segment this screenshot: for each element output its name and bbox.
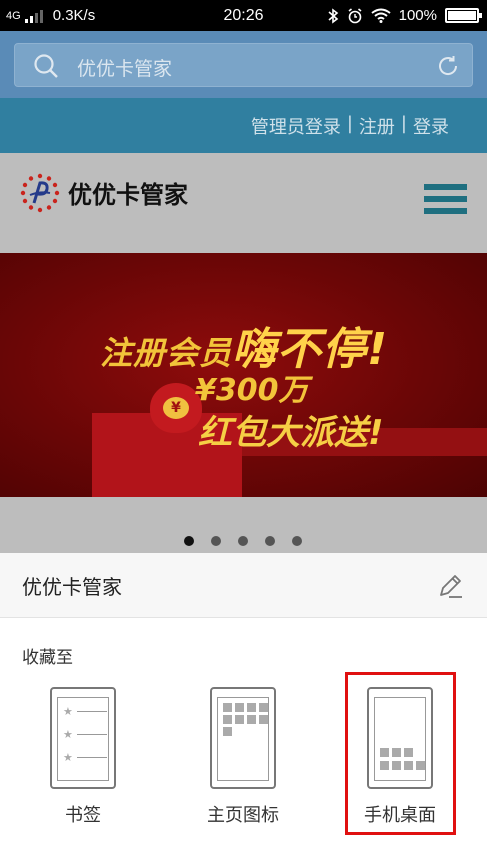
bookmark-option[interactable]: ★ ★ ★ 书签 xyxy=(28,687,138,837)
moneybag-symbol: ¥ xyxy=(163,397,189,419)
status-bar: 4G 0.3K/s 20:26 100% xyxy=(0,0,487,31)
carousel-dots xyxy=(184,536,302,546)
save-to-sheet: 优优卡管家 收藏至 ★ ★ ★ 书签 主页图标 手机桌面 xyxy=(0,553,487,866)
banner-amount: ¥300万 xyxy=(195,373,309,408)
refresh-icon[interactable] xyxy=(436,54,460,78)
carousel-dot[interactable] xyxy=(292,536,302,546)
search-bar: 优优卡管家 xyxy=(0,31,487,98)
brand-name: 优优卡管家 xyxy=(68,181,188,209)
web-page: 优优卡管家 管理员登录 | 注册 | 登录 优优卡管家 注册会员嗨不停! ¥ ¥… xyxy=(0,31,487,553)
carousel-dot[interactable] xyxy=(265,536,275,546)
collect-label: 收藏至 xyxy=(22,648,73,668)
banner-image: 注册会员嗨不停! ¥ ¥300万 红包大派送! xyxy=(0,253,487,497)
banner-subline: 红包大派送! xyxy=(198,413,384,453)
alarm-icon xyxy=(348,7,362,23)
auth-bar: 管理员登录 | 注册 | 登录 xyxy=(0,98,487,153)
register-link[interactable]: 注册 xyxy=(359,113,395,139)
battery-icon xyxy=(445,8,482,23)
search-input[interactable]: 优优卡管家 xyxy=(14,43,473,87)
battery-percent: 100% xyxy=(398,7,437,24)
carousel-dot[interactable] xyxy=(238,536,248,546)
bookmark-label: 书签 xyxy=(65,805,101,826)
separator: | xyxy=(400,113,407,134)
menu-icon[interactable] xyxy=(424,184,467,220)
brand-bar: 优优卡管家 xyxy=(0,153,487,243)
sheet-header: 优优卡管家 xyxy=(0,553,487,618)
spacer xyxy=(0,243,487,253)
separator: | xyxy=(346,113,353,134)
bookmark-list-icon: ★ ★ ★ xyxy=(50,687,116,789)
carousel-dot[interactable] xyxy=(211,536,221,546)
home-grid-icon xyxy=(210,687,276,789)
search-icon xyxy=(34,54,58,78)
status-right: 100% xyxy=(327,0,482,31)
promo-banner[interactable]: 注册会员嗨不停! ¥ ¥300万 红包大派送! xyxy=(0,253,487,497)
page-title: 优优卡管家 xyxy=(22,575,122,599)
home-icon-label: 主页图标 xyxy=(207,805,279,826)
brand-logo xyxy=(20,173,60,213)
home-icon-option[interactable]: 主页图标 xyxy=(188,687,298,837)
admin-login-link[interactable]: 管理员登录 xyxy=(251,113,341,139)
edit-icon[interactable] xyxy=(437,573,463,599)
selection-highlight xyxy=(345,672,456,835)
login-link[interactable]: 登录 xyxy=(413,113,449,139)
auth-links: 管理员登录 | 注册 | 登录 xyxy=(251,113,449,139)
search-placeholder: 优优卡管家 xyxy=(77,58,173,80)
bluetooth-icon xyxy=(328,7,338,24)
carousel-dot[interactable] xyxy=(184,536,194,546)
wifi-icon xyxy=(371,8,391,23)
